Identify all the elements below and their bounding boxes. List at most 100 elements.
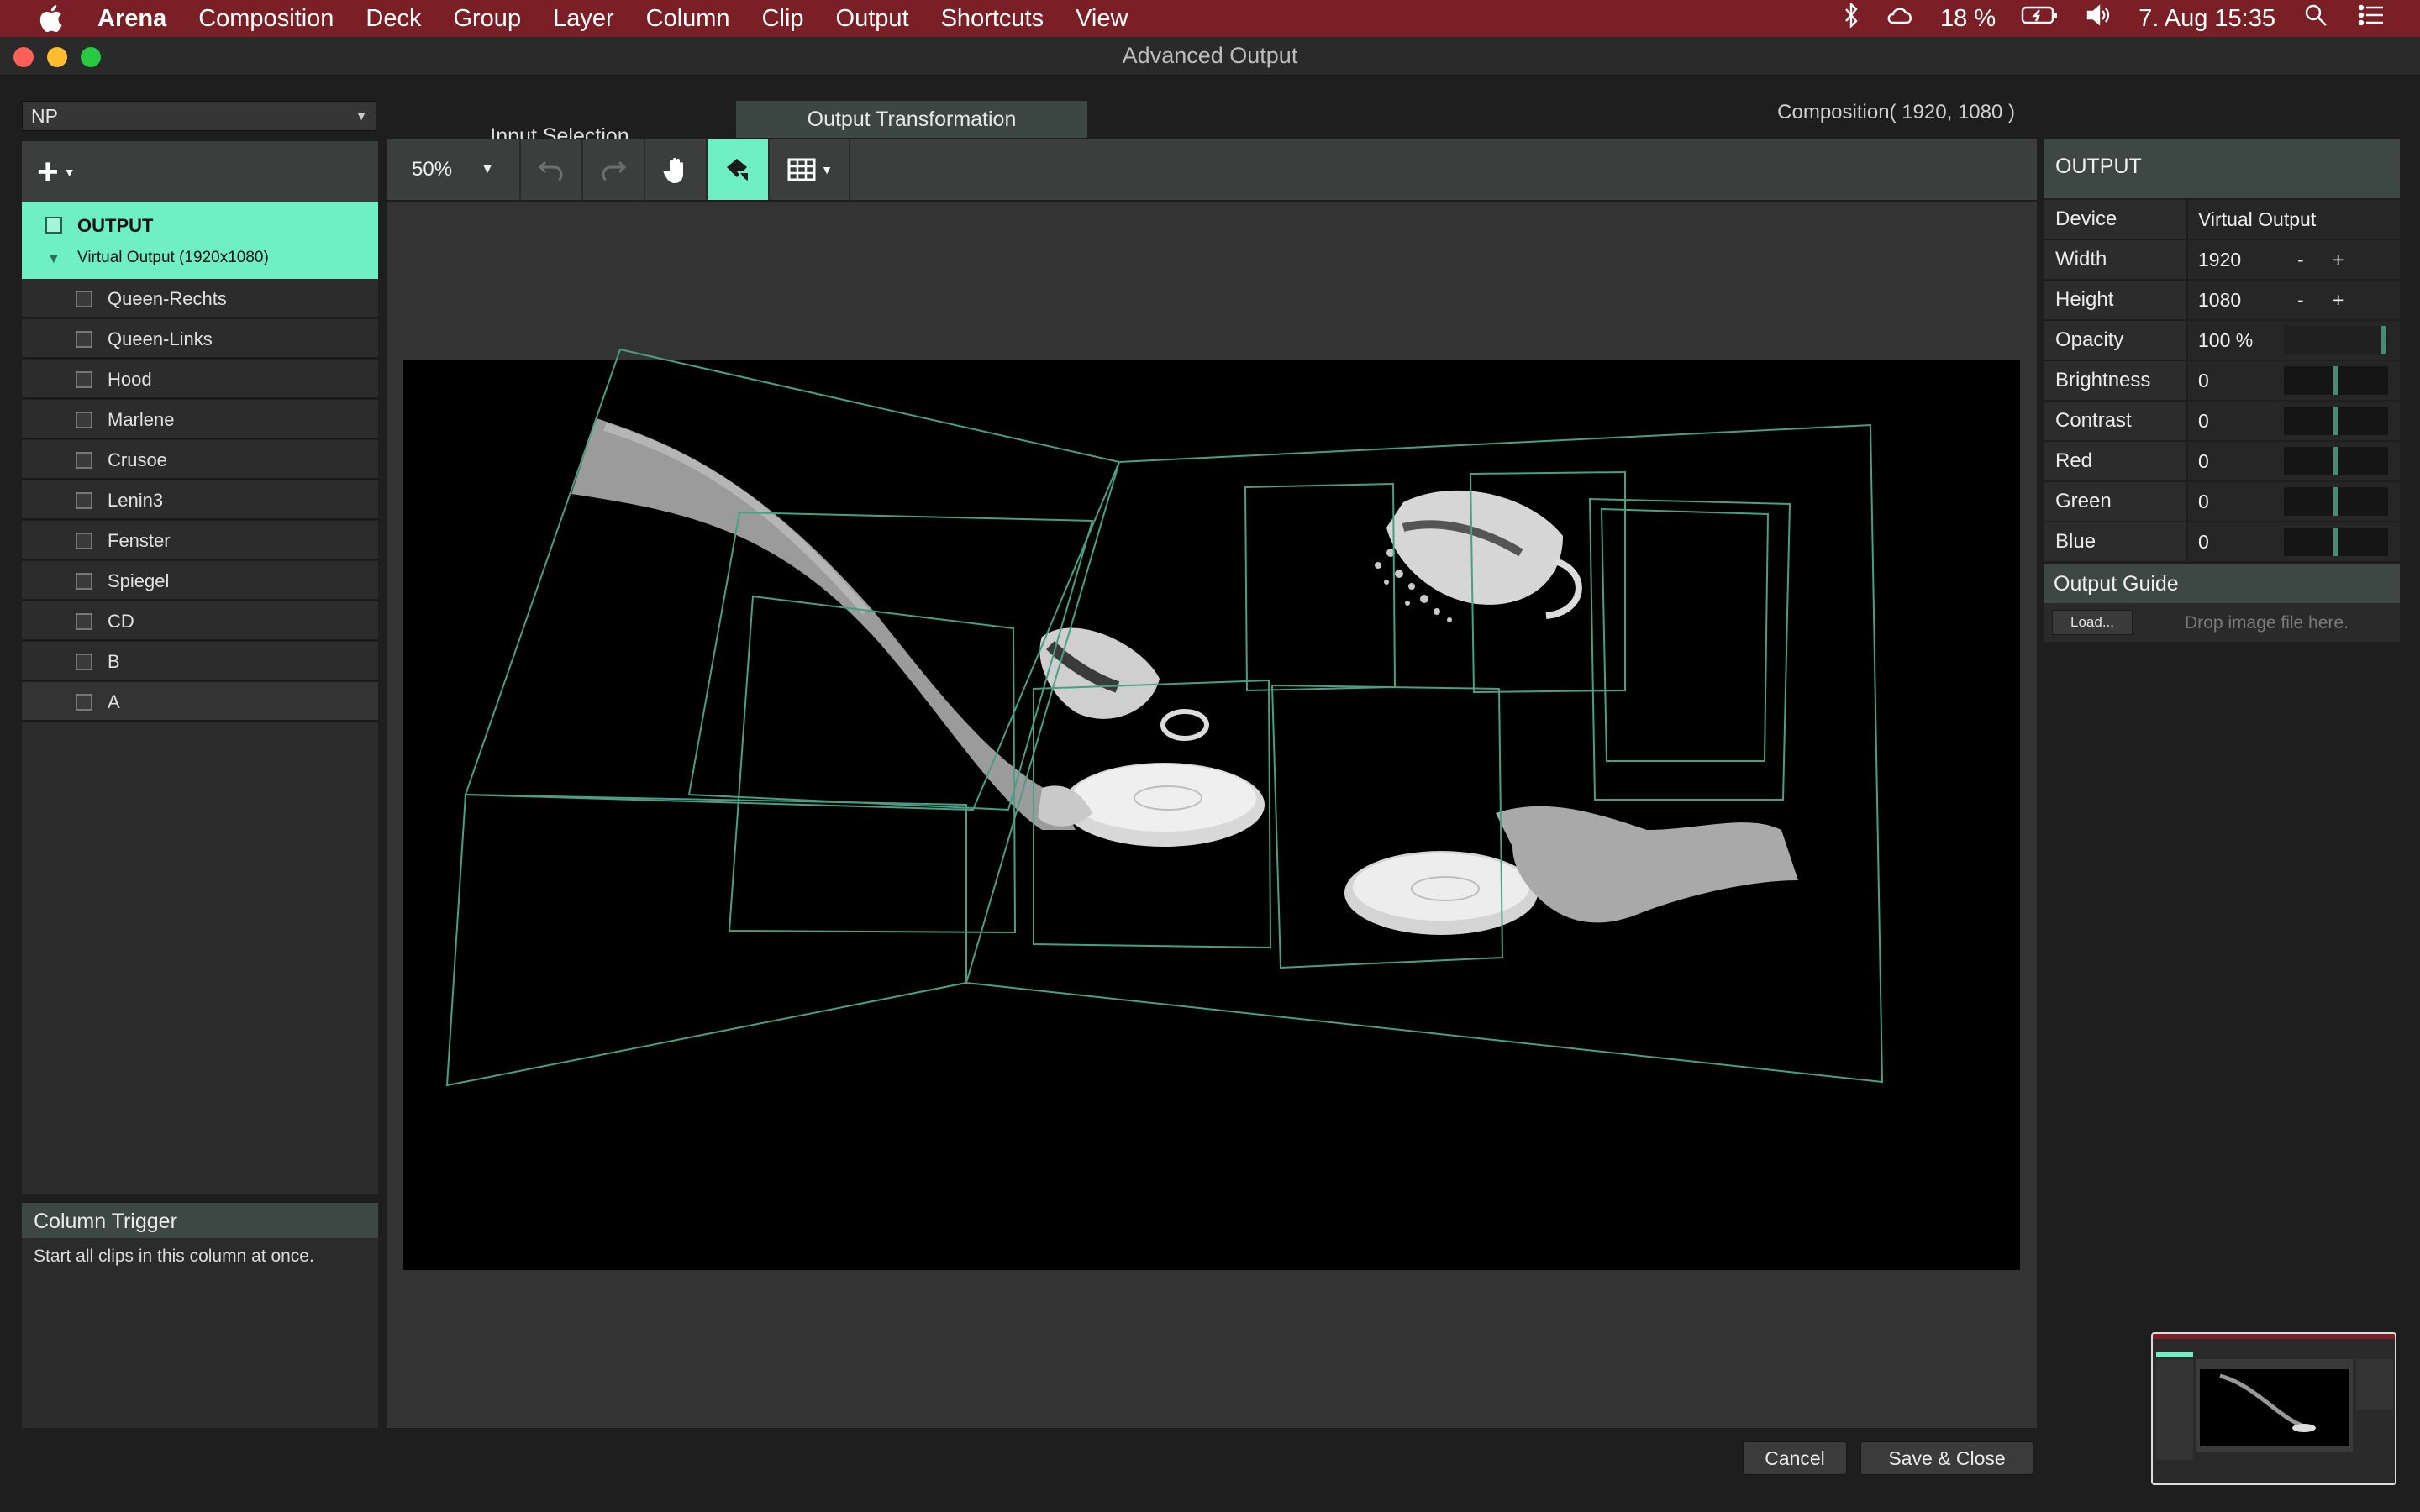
caret-down-icon: ▼: [63, 165, 76, 179]
volume-icon[interactable]: [2083, 3, 2113, 34]
chevron-down-icon: ▼: [355, 109, 367, 123]
pan-hand-button[interactable]: [645, 139, 708, 200]
creative-cloud-icon[interactable]: [1885, 3, 1915, 34]
layer-item-queen-rechts[interactable]: Queen-Rechts: [22, 279, 378, 318]
menu-clip[interactable]: Clip: [762, 5, 804, 33]
height-decrement-button[interactable]: -: [2297, 289, 2304, 312]
layer-name: CD: [108, 611, 134, 632]
layer-checkbox[interactable]: [76, 533, 92, 549]
window-maximize-button[interactable]: [81, 47, 101, 67]
spotlight-search-icon[interactable]: [2301, 3, 2331, 34]
chevron-down-icon: ▼: [481, 162, 494, 176]
notification-center-icon[interactable]: [2356, 3, 2386, 34]
layer-item-cd[interactable]: CD: [22, 601, 378, 641]
undo-button[interactable]: [521, 139, 583, 200]
zoom-value: 50%: [412, 158, 453, 181]
layer-item-lenin3[interactable]: Lenin3: [22, 480, 378, 520]
layer-checkbox[interactable]: [76, 291, 92, 307]
slider-thumb[interactable]: [2333, 487, 2338, 516]
layer-checkbox[interactable]: [76, 412, 92, 428]
menu-deck[interactable]: Deck: [366, 5, 421, 33]
layer-checkbox[interactable]: [76, 492, 92, 509]
layer-item-b[interactable]: B: [22, 642, 378, 681]
transform-tool-button[interactable]: [708, 139, 770, 200]
layer-name: Spiegel: [108, 570, 170, 591]
layer-item-a[interactable]: A: [22, 682, 378, 722]
layer-item-hood[interactable]: Hood: [22, 360, 378, 399]
slider-thumb[interactable]: [2333, 366, 2338, 395]
menu-bar: Arena Composition Deck Group Layer Colum…: [0, 0, 2420, 37]
cancel-button[interactable]: Cancel: [1743, 1441, 1847, 1475]
menu-output[interactable]: Output: [836, 5, 909, 33]
apple-icon[interactable]: [34, 2, 67, 35]
caret-down-icon: ▼: [821, 163, 833, 176]
layer-checkbox[interactable]: [76, 452, 92, 469]
window-title: Advanced Output: [1122, 43, 1298, 68]
menu-column[interactable]: Column: [646, 5, 730, 33]
layer-name: Queen-Links: [108, 328, 213, 349]
layer-item-marlene[interactable]: Marlene: [22, 400, 378, 439]
layer-checkbox[interactable]: [76, 694, 92, 711]
contrast-slider[interactable]: [2284, 407, 2388, 435]
layer-item-spiegel[interactable]: Spiegel: [22, 561, 378, 601]
blue-slider[interactable]: [2284, 528, 2388, 556]
menu-shortcuts[interactable]: Shortcuts: [941, 5, 1044, 33]
menubar-datetime[interactable]: 7. Aug 15:35: [2139, 5, 2275, 33]
width-input[interactable]: 1920: [2188, 240, 2400, 279]
expand-triangle-icon[interactable]: ▼: [47, 252, 60, 267]
battery-percent: 18 %: [1940, 4, 1996, 32]
zoom-dropdown[interactable]: 50% ▼: [387, 139, 521, 200]
red-label: Red: [2044, 442, 2186, 480]
menu-app-arena[interactable]: Arena: [97, 5, 166, 33]
column-trigger-title: Column Trigger: [22, 1203, 378, 1238]
save-close-button[interactable]: Save & Close: [1860, 1441, 2033, 1475]
output-device-row[interactable]: OUTPUT ▼ Virtual Output (1920x1080): [22, 202, 378, 279]
layer-item-queen-links[interactable]: Queen-Links: [22, 319, 378, 359]
green-slider[interactable]: [2284, 487, 2388, 516]
opacity-slider[interactable]: [2284, 326, 2388, 354]
window-close-button[interactable]: [13, 47, 34, 67]
transform-tool-icon: [727, 159, 750, 184]
output-checkbox[interactable]: [45, 217, 62, 234]
window-minimize-button[interactable]: [47, 47, 67, 67]
load-guide-button[interactable]: Load...: [2052, 610, 2133, 635]
device-dropdown[interactable]: Virtual Output: [2188, 200, 2400, 239]
output-name: OUTPUT: [77, 215, 154, 236]
red-slider[interactable]: [2284, 447, 2388, 475]
grid-dropdown-button[interactable]: ▼: [770, 139, 850, 200]
tab-output-transformation[interactable]: Output Transformation: [736, 101, 1087, 138]
slider-thumb[interactable]: [2333, 528, 2338, 556]
width-decrement-button[interactable]: -: [2297, 249, 2304, 271]
layer-checkbox[interactable]: [76, 573, 92, 590]
menu-group[interactable]: Group: [453, 5, 521, 33]
add-slice-button[interactable]: + ▼: [37, 154, 76, 191]
height-input[interactable]: 1080: [2188, 281, 2400, 319]
layer-checkbox[interactable]: [76, 331, 92, 348]
menu-layer[interactable]: Layer: [553, 5, 614, 33]
layer-checkbox[interactable]: [76, 371, 92, 388]
battery-icon[interactable]: [2021, 3, 2058, 34]
height-label: Height: [2044, 281, 2186, 319]
layer-checkbox[interactable]: [76, 613, 92, 630]
preset-dropdown[interactable]: NP ▼: [22, 101, 376, 131]
menu-composition[interactable]: Composition: [198, 5, 334, 33]
output-stage-preview[interactable]: [403, 360, 2020, 1270]
output-guide-title: Output Guide: [2044, 564, 2400, 603]
layer-checkbox[interactable]: [76, 654, 92, 670]
layer-item-fenster[interactable]: Fenster: [22, 521, 378, 560]
blue-label: Blue: [2044, 522, 2186, 561]
height-increment-button[interactable]: +: [2333, 289, 2344, 312]
slider-thumb[interactable]: [2333, 407, 2338, 435]
drop-image-hint[interactable]: Drop image file here.: [2185, 613, 2349, 633]
screenshot-thumbnail[interactable]: [2151, 1332, 2396, 1485]
slider-thumb[interactable]: [2381, 326, 2386, 354]
width-increment-button[interactable]: +: [2333, 249, 2344, 271]
brightness-slider[interactable]: [2284, 366, 2388, 395]
menu-view[interactable]: View: [1076, 5, 1128, 33]
bluetooth-icon[interactable]: [1843, 2, 1860, 34]
slider-thumb[interactable]: [2333, 447, 2338, 475]
composition-size-label: Composition( 1920, 1080 ): [1777, 101, 2015, 123]
redo-button[interactable]: [583, 139, 645, 200]
layer-item-crusoe[interactable]: Crusoe: [22, 440, 378, 480]
stage-image: [571, 418, 1798, 935]
